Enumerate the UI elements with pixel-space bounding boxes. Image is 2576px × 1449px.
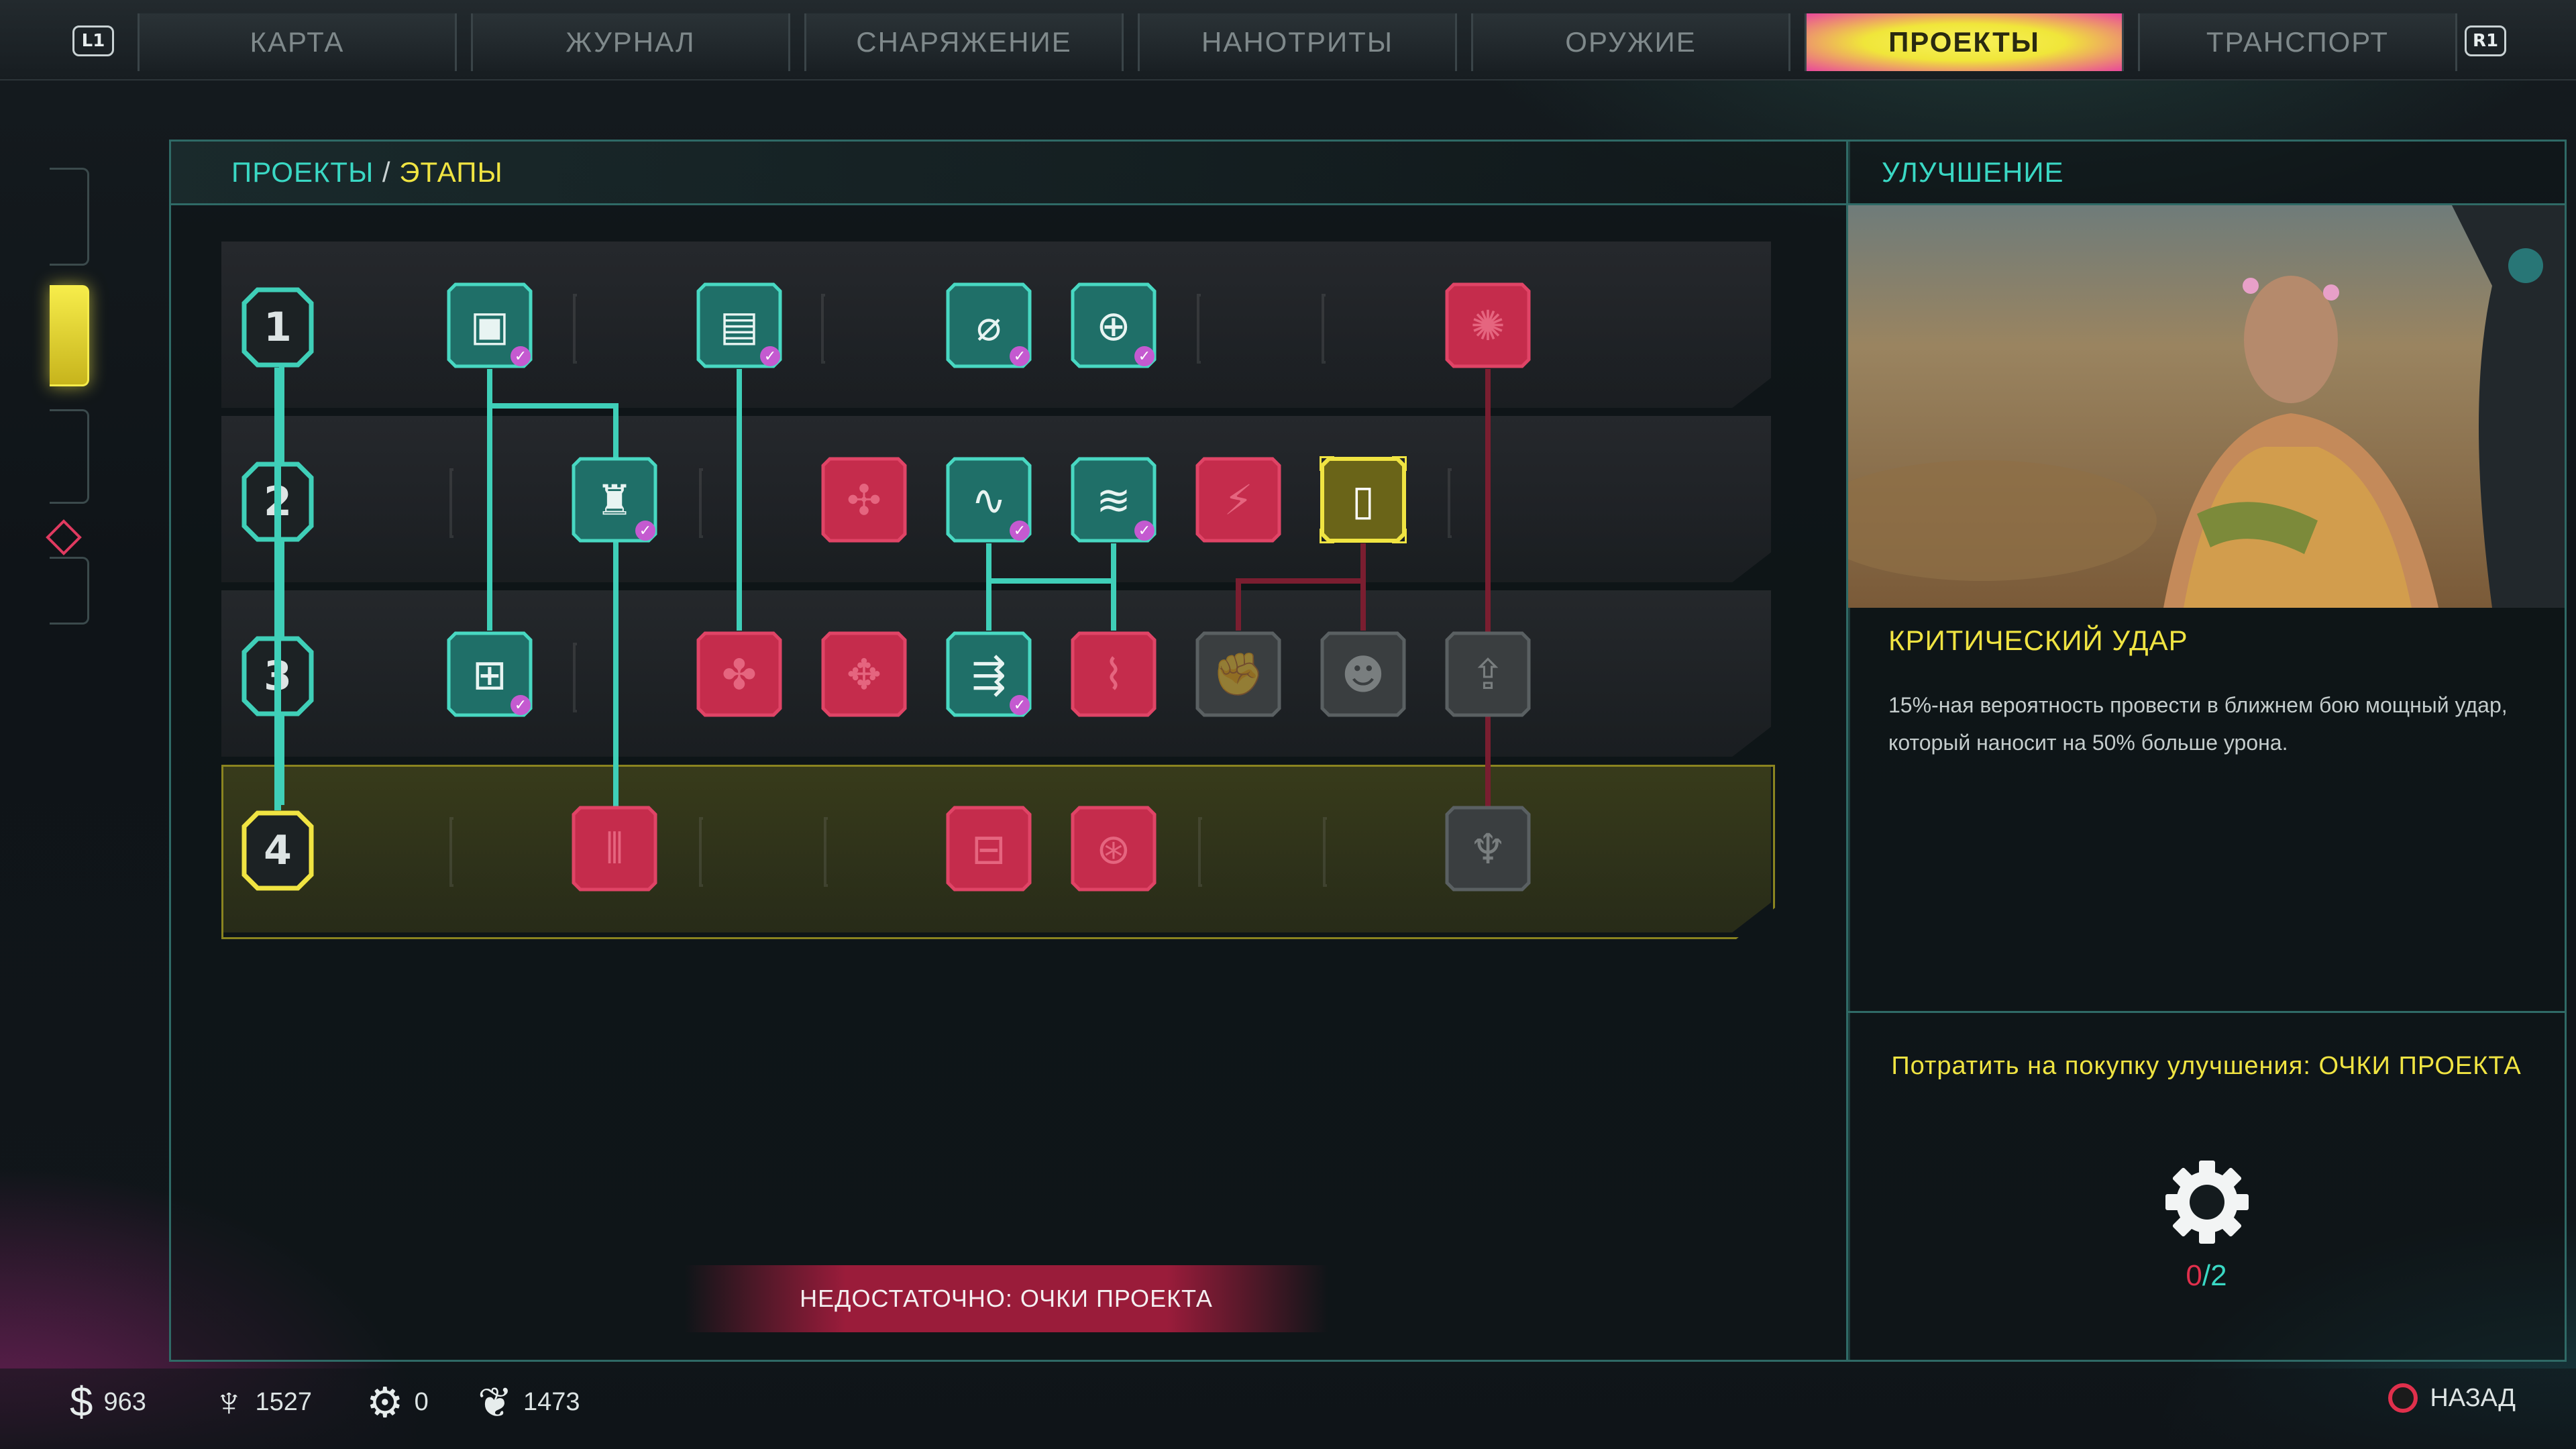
money-value: 963	[103, 1387, 146, 1416]
wings-icon: ❦	[478, 1379, 513, 1426]
upgrade-details-panel: УЛУЧШЕНИЕ КРИТИЧЕСКИЙ УДАР 15%-ная вероя…	[1846, 140, 2567, 1362]
resource-feltrite: ♆ 1527	[213, 1375, 312, 1429]
upgrade-panel-header: УЛУЧШЕНИЕ	[1848, 142, 2565, 205]
points-need: 2	[2210, 1259, 2227, 1292]
points-have: 0	[2186, 1259, 2202, 1292]
gear-icon: ⚙	[366, 1379, 404, 1426]
resource-project-points: ⚙ 0	[366, 1375, 429, 1429]
ark-points-value: 1473	[523, 1387, 580, 1416]
feltrite-value: 1527	[255, 1387, 313, 1416]
feltrite-icon: ♆	[213, 1379, 245, 1426]
project-points-gear-icon	[2165, 1161, 2249, 1244]
upgrade-title: КРИТИЧЕСКИЙ УДАР	[1888, 625, 2188, 656]
circle-button-icon	[2388, 1383, 2418, 1413]
points-separator: /	[2202, 1259, 2211, 1292]
project-points-value: 0	[414, 1387, 429, 1416]
upgrade-preview-image	[1848, 205, 2565, 608]
screen: { "topbar": { "left_shoulder": "L1", "ri…	[0, 0, 2576, 1449]
resource-money: $ 963	[70, 1375, 146, 1429]
divider	[1848, 1011, 2565, 1013]
resource-ark-points: ❦ 1473	[478, 1375, 580, 1429]
project-points-counter: 0/2	[1848, 1259, 2565, 1293]
back-label: НАЗАД	[2430, 1383, 2516, 1412]
upgrade-description: 15%-ная вероятность провести в ближнем б…	[1888, 693, 2508, 755]
back-button[interactable]: НАЗАД	[2388, 1371, 2516, 1425]
insufficient-points-warning: НЕДОСТАТОЧНО: ОЧКИ ПРОЕКТА	[684, 1265, 1328, 1332]
dollar-icon: $	[70, 1379, 93, 1426]
spend-label: Потратить на покупку улучшения: ОЧКИ ПРО…	[1891, 1052, 2522, 1080]
